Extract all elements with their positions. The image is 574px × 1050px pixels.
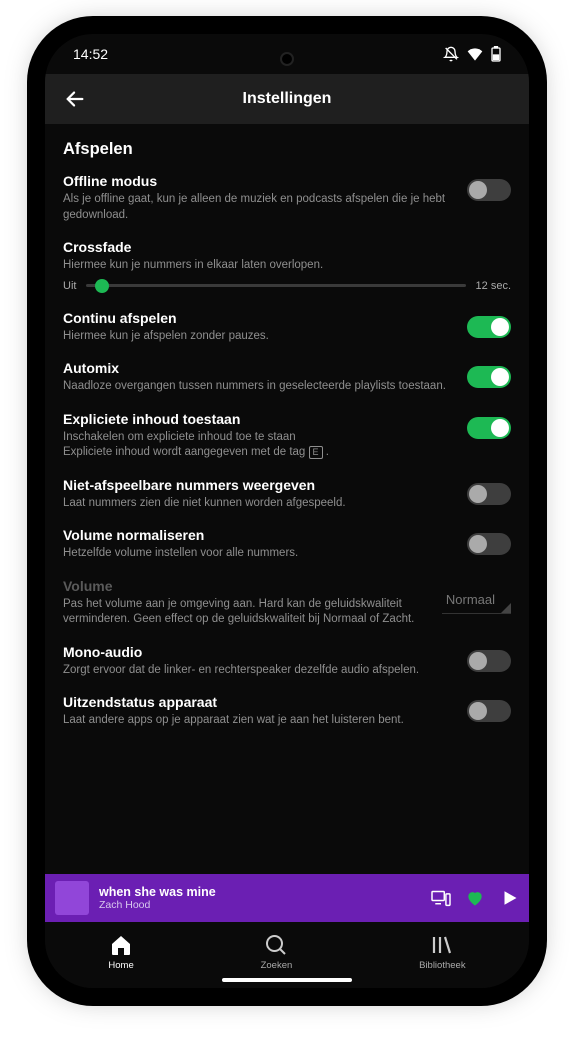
volume-select[interactable]: Normaal (442, 582, 511, 614)
setting-desc: Laat andere apps op je apparaat zien wat… (63, 713, 457, 729)
np-artist: Zach Hood (99, 899, 421, 911)
setting-title: Crossfade (63, 239, 511, 255)
settings-header: Instellingen (45, 74, 529, 124)
battery-icon (491, 46, 501, 62)
setting-automix: Automix Naadloze overgangen tussen numme… (63, 360, 511, 395)
toggle-broadcast[interactable] (467, 700, 511, 722)
toggle-mono[interactable] (467, 650, 511, 672)
slider-max: 12 sec. (476, 280, 511, 292)
page-title: Instellingen (57, 90, 517, 108)
toggle-offline[interactable] (467, 179, 511, 201)
play-icon[interactable] (499, 888, 519, 908)
toggle-automix[interactable] (467, 366, 511, 388)
setting-explicit: Expliciete inhoud toestaan Inschakelen o… (63, 411, 511, 461)
setting-desc: Naadloze overgangen tussen nummers in ge… (63, 379, 457, 395)
setting-desc: Zorgt ervoor dat de linker- en rechtersp… (63, 663, 457, 679)
setting-desc: Hetzelfde volume instellen voor alle num… (63, 546, 457, 562)
nav-search[interactable]: Zoeken (261, 933, 293, 971)
setting-title: Mono-audio (63, 644, 457, 660)
setting-title: Offline modus (63, 173, 457, 189)
clock: 14:52 (73, 46, 108, 62)
setting-title: Expliciete inhoud toestaan (63, 411, 457, 427)
toggle-continuous[interactable] (467, 316, 511, 338)
setting-desc: Laat nummers zien die niet kunnen worden… (63, 496, 457, 512)
album-cover (55, 881, 89, 915)
home-icon (109, 933, 133, 957)
nav-home[interactable]: Home (108, 933, 133, 971)
setting-title: Continu afspelen (63, 310, 457, 326)
heart-icon[interactable] (465, 888, 485, 908)
setting-title: Uitzendstatus apparaat (63, 694, 457, 710)
setting-title: Automix (63, 360, 457, 376)
notifications-off-icon (443, 46, 459, 62)
setting-desc: Hiermee kun je afspelen zonder pauzes. (63, 329, 457, 345)
setting-desc: Hiermee kun je nummers in elkaar laten o… (63, 258, 511, 274)
setting-volume: Volume Pas het volume aan je omgeving aa… (63, 578, 511, 628)
now-playing-bar[interactable]: when she was mine Zach Hood (45, 874, 529, 922)
slider-min: Uit (63, 280, 76, 292)
setting-continuous: Continu afspelen Hiermee kun je afspelen… (63, 310, 511, 345)
setting-crossfade: Crossfade Hiermee kun je nummers in elka… (63, 239, 511, 274)
crossfade-slider[interactable] (86, 284, 465, 287)
setting-desc: Pas het volume aan je omgeving aan. Hard… (63, 597, 432, 628)
search-icon (264, 933, 288, 957)
setting-broadcast: Uitzendstatus apparaat Laat andere apps … (63, 694, 511, 729)
setting-unplayable: Niet-afspeelbare nummers weergeven Laat … (63, 477, 511, 512)
toggle-explicit[interactable] (467, 417, 511, 439)
setting-mono: Mono-audio Zorgt ervoor dat de linker- e… (63, 644, 511, 679)
devices-icon[interactable] (431, 888, 451, 908)
explicit-tag-icon: E (309, 446, 323, 459)
library-icon (430, 933, 454, 957)
setting-normalize: Volume normaliseren Hetzelfde volume ins… (63, 527, 511, 562)
setting-desc: Inschakelen om expliciete inhoud toe te … (63, 430, 457, 461)
setting-desc: Als je offline gaat, kun je alleen de mu… (63, 192, 457, 223)
setting-title: Niet-afspeelbare nummers weergeven (63, 477, 457, 493)
section-playback: Afspelen (63, 140, 511, 159)
toggle-normalize[interactable] (467, 533, 511, 555)
setting-title: Volume (63, 578, 432, 594)
home-indicator[interactable] (222, 978, 352, 982)
nav-library[interactable]: Bibliotheek (419, 933, 465, 971)
setting-title: Volume normaliseren (63, 527, 457, 543)
settings-content[interactable]: Afspelen Offline modus Als je offline ga… (45, 124, 529, 874)
crossfade-slider-row: Uit 12 sec. (63, 280, 511, 292)
setting-offline: Offline modus Als je offline gaat, kun j… (63, 173, 511, 223)
toggle-unplayable[interactable] (467, 483, 511, 505)
np-title: when she was mine (99, 885, 421, 899)
wifi-icon (467, 47, 483, 61)
